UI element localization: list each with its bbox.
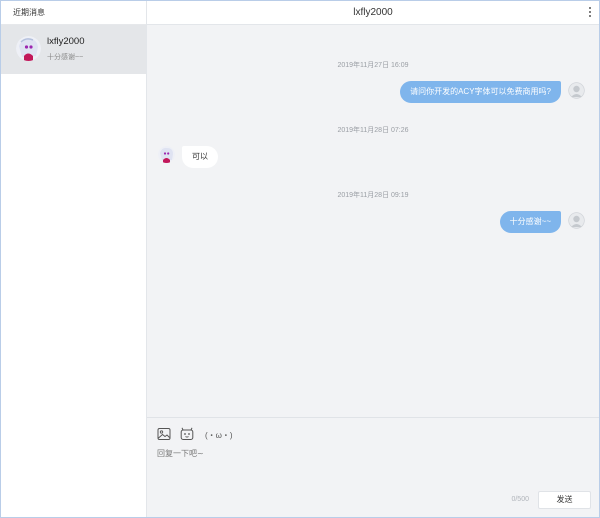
contact-avatar bbox=[158, 146, 175, 163]
more-vertical-icon[interactable] bbox=[587, 7, 593, 19]
conversation-sidebar: 近期消息 lxfly2000 十分感谢~~ bbox=[1, 1, 147, 517]
conversation-name: lxfly2000 bbox=[47, 36, 85, 47]
incoming-message-bubble: 可以 bbox=[182, 146, 218, 168]
character-counter: 0/500 bbox=[511, 496, 529, 503]
outgoing-message-bubble: 请问你开发的ACY字体可以免费商用吗? bbox=[400, 81, 561, 103]
self-avatar bbox=[568, 212, 585, 229]
message-timestamp: 2019年11月28日 09:19 bbox=[337, 192, 409, 199]
message-input[interactable] bbox=[157, 448, 589, 490]
avatar bbox=[16, 36, 41, 61]
message-timestamp: 2019年11月27日 16:09 bbox=[337, 62, 409, 69]
chat-header: lxfly2000 bbox=[147, 1, 599, 25]
image-icon[interactable] bbox=[157, 427, 171, 444]
conversation-preview: 十分感谢~~ bbox=[47, 54, 84, 61]
message-list: 2019年11月27日 16:09 请问你开发的ACY字体可以免费商用吗? 20… bbox=[147, 25, 599, 417]
emoji-icon[interactable] bbox=[180, 427, 194, 444]
conversation-item[interactable]: lxfly2000 十分感谢~~ bbox=[1, 25, 146, 74]
outgoing-message-bubble: 十分感谢~~ bbox=[499, 211, 561, 233]
message-timestamp: 2019年11月28日 07:26 bbox=[337, 127, 409, 134]
chat-window: 近期消息 lxfly2000 十分感谢~~ lxfly2000 2019年11月… bbox=[0, 0, 600, 518]
chat-title: lxfly2000 bbox=[353, 7, 393, 18]
message-composer: (・ω・) 0/500 发送 bbox=[147, 417, 599, 517]
kaomoji-button[interactable]: (・ω・) bbox=[205, 430, 233, 441]
chat-panel: lxfly2000 2019年11月27日 16:09 请问你开发的ACY字体可… bbox=[147, 1, 599, 517]
self-avatar bbox=[568, 82, 585, 99]
sidebar-title: 近期消息 bbox=[1, 1, 146, 25]
send-button[interactable]: 发送 bbox=[538, 491, 591, 509]
